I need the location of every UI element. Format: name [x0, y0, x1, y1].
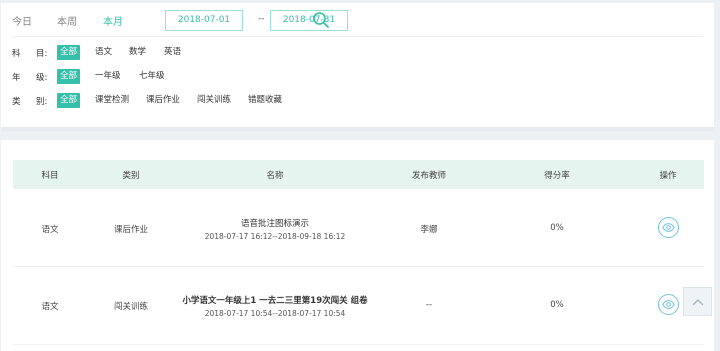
subject-option-all[interactable]: 全部	[57, 45, 81, 60]
row-title-block: 语音批注图标演示 2018-07-17 16:12--2018-09-18 16…	[195, 217, 355, 241]
panel-bottom-border	[1, 127, 714, 131]
tab-today[interactable]: 今日	[12, 13, 32, 28]
filter-row-category: 类 别: 全部 课堂检测 课后作业 闯关训练 错题收藏	[12, 93, 332, 109]
subject-option-math[interactable]: 数学	[126, 45, 149, 60]
start-date-input[interactable]: 2018-07-01	[165, 10, 243, 31]
search-icon[interactable]	[312, 11, 330, 29]
chevron-up-icon[interactable]	[683, 287, 712, 316]
filter-row-subject: 科 目: 全部 语文 数学 英语	[12, 45, 312, 61]
row-name[interactable]: 语音批注图标演示	[195, 217, 355, 229]
row-category: 课后作业	[113, 225, 148, 235]
column-header-subject: 科目	[41, 171, 59, 181]
tab-this-month[interactable]: 本月	[103, 13, 123, 28]
column-header-action: 操作	[659, 171, 677, 181]
assignment-table: 科目 类别 名称 发布教师 得分率 操作 语文 课后作业 语音批注图标演示 20…	[1, 140, 714, 351]
category-option-challenge[interactable]: 闯关训练	[194, 93, 234, 108]
table-header: 科目 类别 名称 发布教师 得分率 操作	[13, 160, 704, 189]
row-time-range: 2018-07-17 16:12--2018-09-18 16:12	[204, 232, 346, 241]
row-subject: 语文	[41, 225, 59, 235]
row-category: 闯关训练	[113, 302, 148, 312]
row-subject: 语文	[41, 302, 59, 312]
row-score-rate: 0%	[550, 300, 564, 310]
date-range-bar: 今日 本周 本月 2018-07-01 -- 2018-07-31	[1, 3, 714, 34]
row-teacher: 李娜	[420, 225, 438, 235]
column-header-score-rate: 得分率	[544, 171, 570, 181]
end-date-input[interactable]: 2018-07-31	[270, 10, 348, 31]
eye-icon[interactable]	[658, 217, 679, 238]
column-header-category: 类别	[122, 171, 140, 181]
grade-option-grade-1[interactable]: 一年级	[92, 69, 124, 84]
table-row[interactable]: 语文 闯关训练 小学语文一年级上1 一去二三里第19次闯关 组卷 2018-07…	[13, 267, 704, 345]
row-teacher: --	[425, 300, 433, 310]
column-header-teacher: 发布教师	[411, 171, 446, 181]
filter-row-grade: 年 级: 全部 一年级 七年级	[12, 69, 312, 85]
subject-option-chinese[interactable]: 语文	[92, 45, 115, 60]
table-row[interactable]: 语文 课后作业 语音批注图标演示 2018-07-17 16:12--2018-…	[13, 189, 704, 267]
category-option-homework[interactable]: 课后作业	[143, 93, 183, 108]
category-option-all[interactable]: 全部	[57, 93, 81, 108]
row-name[interactable]: 小学语文一年级上1 一去二三里第19次闯关 组卷	[175, 294, 375, 306]
divider	[12, 36, 703, 37]
category-option-mistakes[interactable]: 错题收藏	[245, 93, 285, 108]
category-option-class-test[interactable]: 课堂检测	[92, 93, 132, 108]
eye-icon[interactable]	[658, 294, 679, 315]
grade-option-all[interactable]: 全部	[57, 69, 81, 84]
filter-panel: 今日 本周 本月 2018-07-01 -- 2018-07-31 科 目: 全…	[1, 3, 714, 131]
row-title-block: 小学语文一年级上1 一去二三里第19次闯关 组卷 2018-07-17 10:5…	[175, 294, 375, 318]
row-time-range: 2018-07-17 10:54--2018-07-17 10:54	[204, 309, 346, 318]
subject-option-english[interactable]: 英语	[161, 45, 184, 60]
row-score-rate: 0%	[550, 223, 564, 233]
date-separator: --	[258, 14, 265, 24]
tab-this-week[interactable]: 本周	[57, 13, 77, 28]
grade-option-grade-7[interactable]: 七年级	[136, 69, 168, 84]
column-header-name: 名称	[266, 171, 284, 181]
